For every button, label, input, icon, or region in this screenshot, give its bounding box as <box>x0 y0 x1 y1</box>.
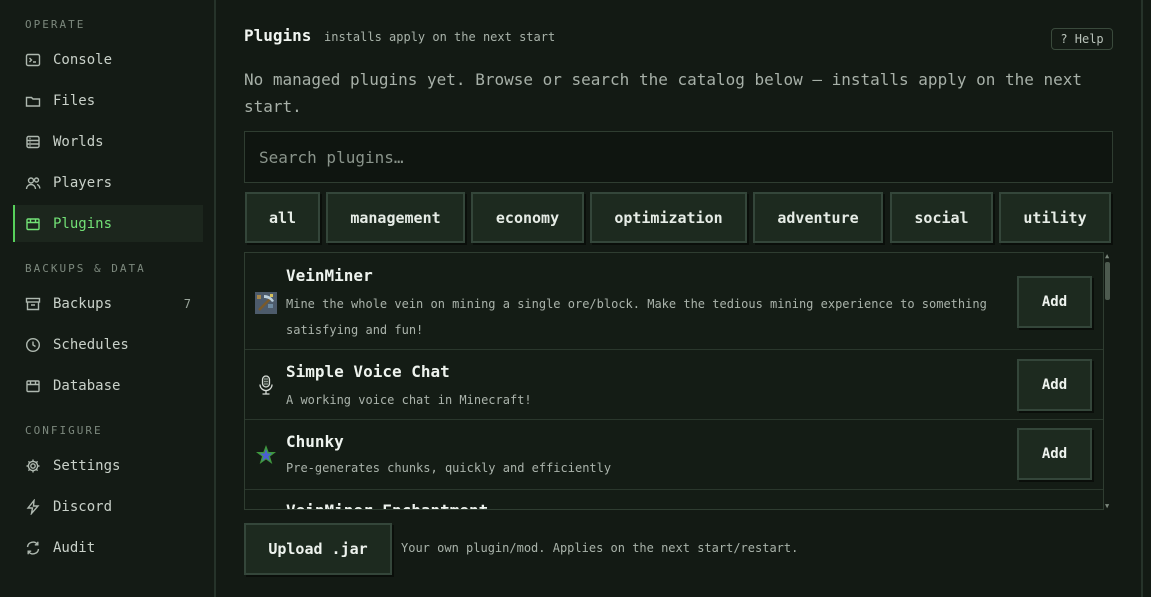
app-window: OPERATE Console Files Worlds Players Plu… <box>0 0 1151 597</box>
category-chip-management[interactable]: management <box>326 192 465 243</box>
panel-divider <box>1141 0 1143 597</box>
empty-state-message: No managed plugins yet. Browse or search… <box>244 70 1083 116</box>
sidebar-item-files[interactable]: Files <box>13 82 203 119</box>
section-title-operate: OPERATE <box>25 18 86 31</box>
sidebar-item-label: Worlds <box>53 133 104 150</box>
plugin-description: A working voice chat in Minecraft! <box>286 393 532 407</box>
list-item: Simple Voice Chat A working voice chat i… <box>245 350 1103 420</box>
plugin-name: VeinMiner Enchantment <box>286 501 488 509</box>
list-scrollbar[interactable]: ▲ ▼ <box>1103 252 1113 510</box>
sidebar-item-label: Backups <box>53 295 113 312</box>
list-item: VeinMiner Mine the whole vein on mining … <box>245 253 1103 350</box>
sidebar-item-discord[interactable]: Discord <box>13 488 203 525</box>
upload-jar-button[interactable]: Upload .jar <box>244 523 392 575</box>
gear-icon <box>25 458 41 474</box>
main-panel: Plugins installs apply on the next start… <box>218 0 1141 597</box>
sidebar-item-label: Schedules <box>53 336 129 353</box>
pickaxe-icon <box>255 292 277 314</box>
sidebar-item-label: Players <box>53 174 113 191</box>
sidebar-item-label: Console <box>53 51 113 68</box>
table-icon <box>25 378 41 394</box>
star-icon <box>255 444 277 466</box>
scroll-down-arrow-icon[interactable]: ▼ <box>1105 502 1109 510</box>
sidebar-item-label: Discord <box>53 498 113 515</box>
sidebar-item-worlds[interactable]: Worlds <box>13 123 203 160</box>
category-chip-adventure[interactable]: adventure <box>753 192 883 243</box>
microphone-icon <box>255 374 277 396</box>
category-chip-all[interactable]: all <box>245 192 320 243</box>
sidebar: OPERATE Console Files Worlds Players Plu… <box>0 0 216 597</box>
scroll-thumb[interactable] <box>1105 262 1110 300</box>
category-chip-optimization[interactable]: optimization <box>590 192 747 243</box>
plugin-description: Mine the whole vein on mining a single o… <box>286 297 987 337</box>
plugin-name: Chunky <box>286 432 344 451</box>
category-chip-social[interactable]: social <box>890 192 993 243</box>
list-item: VeinMiner Enchantment <box>245 490 1103 509</box>
plugin-name: Simple Voice Chat <box>286 362 450 381</box>
scroll-up-arrow-icon[interactable]: ▲ <box>1105 252 1109 260</box>
sidebar-item-players[interactable]: Players <box>13 164 203 201</box>
sidebar-item-settings[interactable]: Settings <box>13 447 203 484</box>
sidebar-item-label: Files <box>53 92 96 109</box>
page-subtitle: installs apply on the next start <box>324 30 556 44</box>
section-title-configure: CONFIGURE <box>25 424 103 437</box>
page-title: Plugins <box>244 26 312 45</box>
section-title-backups: BACKUPS & DATA <box>25 262 146 275</box>
archive-icon <box>25 296 41 312</box>
backups-count-badge: 7 <box>183 296 191 311</box>
folder-icon <box>25 93 41 109</box>
list-item: Chunky Pre-generates chunks, quickly and… <box>245 420 1103 490</box>
sidebar-item-plugins[interactable]: Plugins <box>13 205 203 242</box>
clock-icon <box>25 337 41 353</box>
users-icon <box>25 175 41 191</box>
terminal-icon <box>25 52 41 68</box>
sidebar-item-database[interactable]: Database <box>13 367 203 404</box>
sidebar-item-audit[interactable]: Audit <box>13 529 203 566</box>
sidebar-item-label: Plugins <box>53 215 113 232</box>
plugin-icon <box>25 216 41 232</box>
plugin-description: Pre-generates chunks, quickly and effici… <box>286 461 612 475</box>
plugin-catalog-list: VeinMiner Mine the whole vein on mining … <box>244 252 1104 510</box>
add-plugin-button[interactable]: Add <box>1017 428 1092 480</box>
help-button[interactable]: ? Help <box>1051 28 1113 50</box>
database-icon <box>25 134 41 150</box>
refresh-icon <box>25 540 41 556</box>
add-plugin-button[interactable]: Add <box>1017 276 1092 328</box>
sidebar-item-console[interactable]: Console <box>13 41 203 78</box>
category-chip-utility[interactable]: utility <box>999 192 1111 243</box>
sidebar-item-backups[interactable]: Backups 7 <box>13 285 203 322</box>
plugin-name: VeinMiner <box>286 266 373 285</box>
search-input[interactable] <box>244 131 1113 183</box>
discord-icon <box>25 498 41 515</box>
sidebar-item-label: Settings <box>53 457 121 474</box>
category-chip-economy[interactable]: economy <box>471 192 584 243</box>
upload-hint-text: Your own plugin/mod. Applies on the next… <box>401 541 799 555</box>
sidebar-item-label: Audit <box>53 539 96 556</box>
sidebar-item-label: Database <box>53 377 121 394</box>
sidebar-item-schedules[interactable]: Schedules <box>13 326 203 363</box>
add-plugin-button[interactable]: Add <box>1017 359 1092 411</box>
